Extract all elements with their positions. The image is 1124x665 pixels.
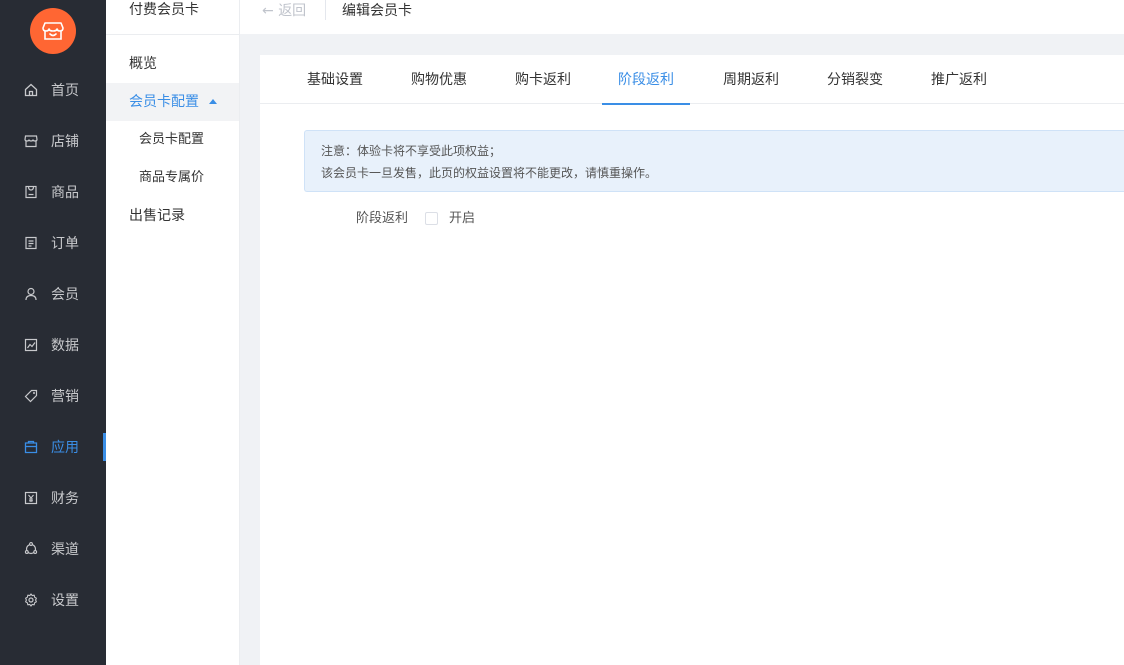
nav-item-app[interactable]: 应用 [0, 429, 106, 465]
nav-item-settings[interactable]: 设置 [0, 582, 106, 618]
form-label: 阶段返利 [356, 211, 409, 226]
nav-item-marketing[interactable]: 营销 [0, 378, 106, 414]
top-bar: ← 返回 编辑会员卡 [240, 0, 1124, 34]
subnav-item-label: 会员卡配置 [129, 94, 199, 110]
channel-icon [23, 541, 39, 557]
nav-item-label: 设置 [51, 593, 79, 609]
tab-purchase-rebate[interactable]: 购卡返利 [514, 55, 572, 104]
caret-up-icon [209, 98, 217, 104]
tab-promotion-rebate[interactable]: 推广返利 [930, 55, 988, 104]
tab-basic-settings[interactable]: 基础设置 [306, 55, 364, 104]
notice-banner: 注意：体验卡将不享受此项权益； 该会员卡一旦发售，此页的权益设置将不能更改，请慎… [304, 130, 1124, 192]
tab-label: 基础设置 [307, 72, 363, 88]
nav-item-member[interactable]: 会员 [0, 276, 106, 312]
nav-item-home[interactable]: 首页 [0, 72, 106, 108]
nav-item-label: 营销 [51, 389, 79, 405]
tab-cycle-rebate[interactable]: 周期返利 [722, 55, 780, 104]
back-label: 返回 [278, 3, 307, 19]
nav-item-label: 店铺 [51, 134, 79, 150]
tab-label: 推广返利 [931, 72, 987, 88]
finance-icon [23, 490, 39, 506]
subnav-item-label: 概览 [129, 56, 157, 72]
enable-checkbox-label[interactable]: 开启 [449, 210, 475, 228]
tab-bar: 基础设置 购物优惠 购卡返利 阶段返利 周期返利 分销裂变 推广返利 [260, 55, 1124, 105]
tab-distribution[interactable]: 分销裂变 [826, 55, 884, 104]
nav-item-label: 订单 [51, 236, 79, 252]
order-icon [23, 235, 39, 251]
store-logo[interactable] [30, 8, 76, 54]
arrow-left-icon: ← [262, 3, 274, 19]
nav-item-label: 商品 [51, 185, 79, 201]
page-title: 编辑会员卡 [342, 3, 412, 19]
nav-item-data[interactable]: 数据 [0, 327, 106, 363]
subnav-item-overview[interactable]: 概览 [106, 45, 239, 83]
back-button[interactable]: ← 返回 [262, 0, 306, 22]
tab-label: 购物优惠 [411, 72, 467, 88]
main-card: 基础设置 购物优惠 购卡返利 阶段返利 周期返利 分销裂变 推广返利 注意：体验… [260, 55, 1124, 665]
subnav-item-label: 商品专属价 [139, 170, 205, 185]
subnav-item-sales-records[interactable]: 出售记录 [106, 197, 239, 235]
subnav-item-exclusive-price[interactable]: 商品专属价 [106, 159, 239, 197]
tab-label: 周期返利 [723, 72, 779, 88]
subnav-item-card-config[interactable]: 会员卡配置 [106, 121, 239, 159]
subnav-item-label: 会员卡配置 [139, 132, 205, 147]
nav-item-store[interactable]: 店铺 [0, 123, 106, 159]
nav-item-label: 数据 [51, 338, 79, 354]
nav-item-label: 财务 [51, 491, 79, 507]
nav-item-finance[interactable]: 财务 [0, 480, 106, 516]
tab-label: 购卡返利 [515, 72, 571, 88]
home-icon [23, 82, 39, 98]
nav-item-label: 首页 [51, 83, 79, 99]
tab-shopping-discount[interactable]: 购物优惠 [410, 55, 468, 104]
tab-stage-rebate[interactable]: 阶段返利 [602, 55, 690, 105]
subnav-item-label: 出售记录 [129, 208, 185, 224]
gear-icon [23, 592, 39, 608]
store-icon [23, 133, 39, 149]
notice-line-1: 注意：体验卡将不享受此项权益； [321, 144, 502, 158]
main-nav: 首页 店铺 商品 订单 会员 数据 营销 应用 财务 渠道 设置 [0, 0, 106, 665]
nav-item-goods[interactable]: 商品 [0, 174, 106, 210]
nav-item-label: 应用 [51, 440, 79, 456]
shop-logo-icon [42, 22, 64, 40]
goods-icon [23, 184, 39, 200]
app-icon [23, 439, 39, 455]
subnav-item-card-config-group[interactable]: 会员卡配置 [106, 83, 239, 121]
tab-label: 分销裂变 [827, 72, 883, 88]
nav-item-label: 会员 [51, 287, 79, 303]
user-icon [23, 286, 39, 302]
nav-item-order[interactable]: 订单 [0, 225, 106, 261]
chart-icon [23, 337, 39, 353]
subnav-title: 付费会员卡 [106, 0, 239, 35]
tab-label: 阶段返利 [618, 72, 674, 88]
divider [325, 0, 326, 20]
sub-sidebar: 付费会员卡 概览 会员卡配置 会员卡配置 商品专属价 出售记录 [106, 0, 240, 665]
nav-item-label: 渠道 [51, 542, 79, 558]
tag-icon [23, 388, 39, 404]
nav-item-channel[interactable]: 渠道 [0, 531, 106, 567]
notice-line-2: 该会员卡一旦发售，此页的权益设置将不能更改，请慎重操作。 [321, 166, 658, 180]
enable-checkbox[interactable] [425, 212, 438, 225]
